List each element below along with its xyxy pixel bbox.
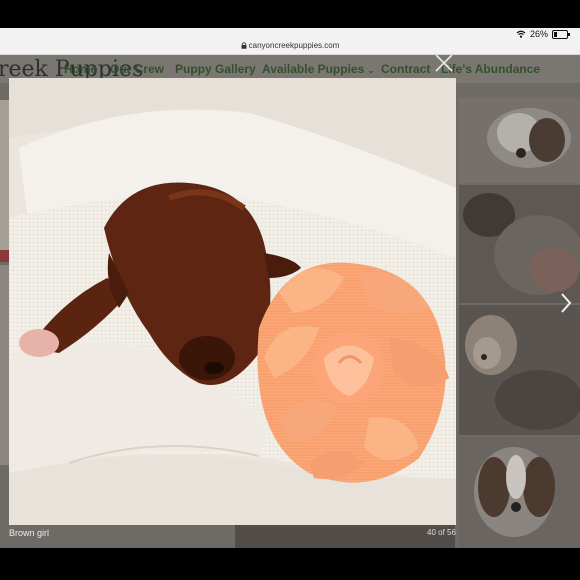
chevron-right-icon	[561, 293, 572, 313]
status-bar: 26%	[0, 28, 580, 40]
url-display[interactable]: canyoncreekpuppies.com	[0, 41, 580, 50]
status-indicators: 26%	[516, 28, 570, 40]
nav-puppy-gallery[interactable]: Puppy Gallery	[175, 62, 256, 76]
battery-percentage: 26%	[529, 29, 548, 39]
photo-counter: 40 of 56	[427, 528, 456, 537]
battery-icon	[552, 29, 570, 39]
puppy-photo	[474, 447, 555, 537]
lightbox-photo	[9, 78, 456, 525]
nav-contract[interactable]: Contract	[381, 62, 430, 76]
nav-home[interactable]: Home	[64, 62, 97, 76]
nav-available-puppies[interactable]: Available Puppies ⌄	[262, 62, 374, 76]
gallery-thumbnail[interactable]	[0, 265, 9, 465]
chevron-down-icon: ⌄	[367, 66, 375, 75]
next-button[interactable]	[556, 288, 576, 318]
puppy-photo	[463, 193, 580, 295]
close-button[interactable]	[432, 52, 456, 74]
address-bar[interactable]: canyoncreekpuppies.com	[0, 40, 580, 55]
orange-bow	[257, 262, 449, 483]
puppy-photo	[487, 108, 571, 168]
battery-level	[554, 31, 557, 37]
lock-icon	[241, 42, 247, 49]
nav-our-crew[interactable]: Our Crew	[110, 62, 164, 76]
puppy-photo	[465, 315, 580, 430]
gallery-thumbnail[interactable]	[459, 305, 580, 435]
photo-caption: Brown girl	[9, 528, 50, 538]
gallery-thumbnail[interactable]	[459, 185, 580, 303]
gallery-thumbnail[interactable]	[0, 100, 9, 250]
nav-available-puppies-label[interactable]: Available Puppies	[262, 62, 364, 76]
gallery-thumbnail[interactable]	[459, 98, 580, 183]
url-text[interactable]: canyoncreekpuppies.com	[249, 41, 340, 50]
gallery-thumbnail[interactable]	[459, 437, 580, 548]
wifi-icon	[516, 30, 526, 38]
gallery-thumbnail[interactable]	[235, 525, 455, 548]
gallery-thumbnail[interactable]	[0, 250, 9, 262]
puppy-photo	[9, 78, 456, 525]
close-icon	[435, 54, 453, 72]
